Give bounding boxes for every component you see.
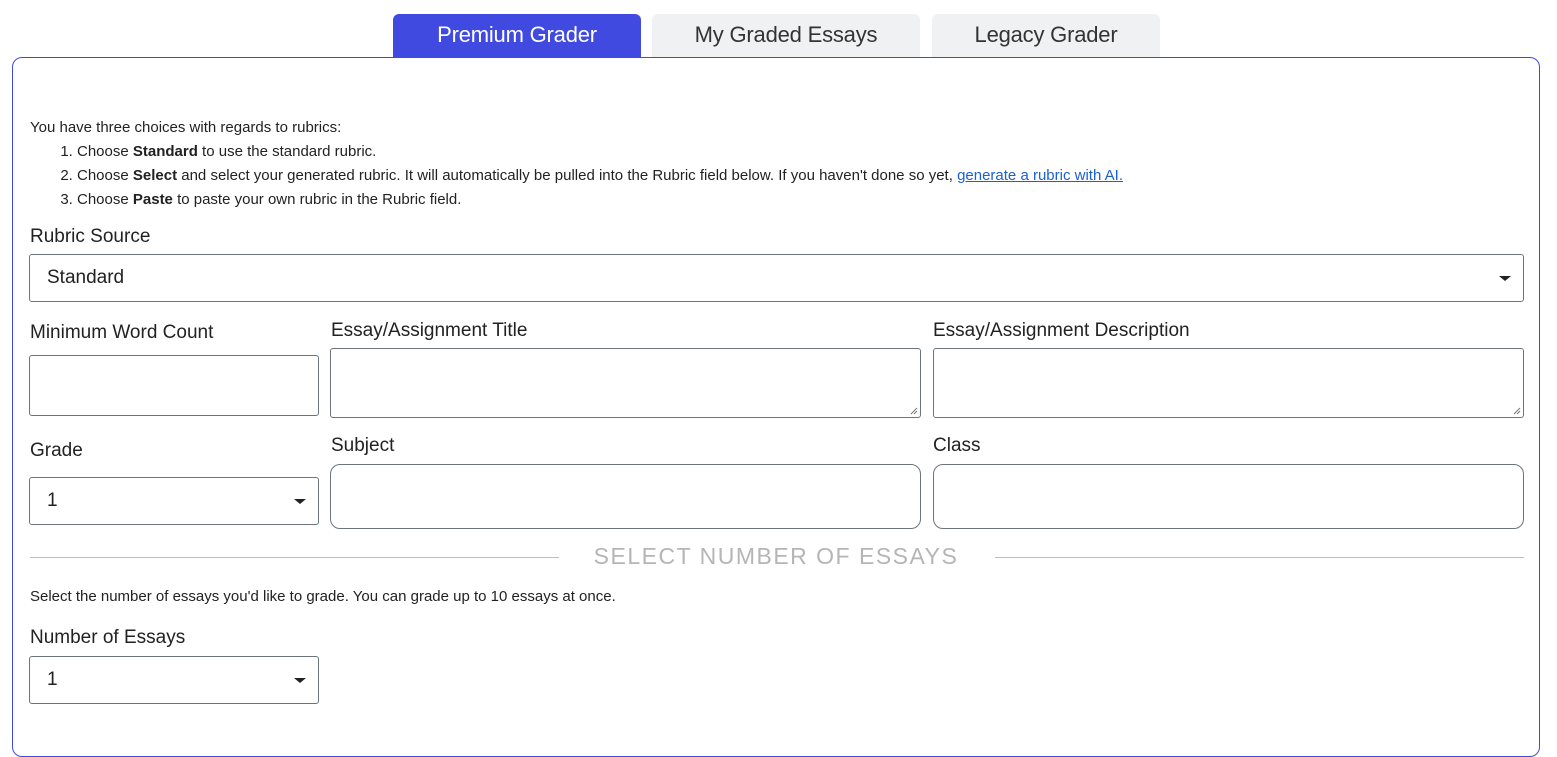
number-of-essays-value: 1 (47, 669, 58, 690)
grade-select[interactable]: 1 (29, 477, 319, 525)
min-word-count-label: Minimum Word Count (30, 322, 214, 343)
number-of-essays-label: Number of Essays (30, 627, 186, 648)
instructions-list: Choose Standard to use the standard rubr… (30, 140, 1123, 212)
instructions-lead: You have three choices with regards to r… (30, 119, 342, 136)
class-label: Class (933, 435, 981, 456)
rubric-instructions: You have three choices with regards to r… (30, 116, 1123, 212)
essay-description-textarea[interactable] (933, 348, 1524, 418)
instruction-option: Select (132, 167, 178, 184)
instruction-item-select: Choose Select and select your generated … (77, 164, 1123, 188)
rubric-source-select[interactable]: Standard (29, 254, 1524, 302)
instruction-text: and select your generated rubric. It wil… (177, 167, 958, 184)
instruction-text: Choose (77, 167, 133, 184)
essay-description-label: Essay/Assignment Description (933, 320, 1190, 341)
caret-down-icon (294, 678, 306, 683)
tab-legacy-grader[interactable]: Legacy Grader (932, 14, 1160, 58)
essay-title-label: Essay/Assignment Title (331, 320, 528, 341)
select-number-heading: SELECT NUMBER OF ESSAYS (593, 543, 959, 569)
instruction-text: Choose (77, 143, 133, 160)
essay-title-textarea[interactable] (330, 348, 921, 418)
resize-handle-icon[interactable] (1512, 406, 1521, 415)
rubric-source-label: Rubric Source (30, 226, 151, 247)
instruction-option: Standard (132, 143, 198, 160)
caret-down-icon (294, 499, 306, 504)
instruction-text: Choose (77, 191, 133, 208)
rubric-source-value: Standard (47, 267, 125, 288)
subject-input[interactable] (330, 464, 921, 529)
grade-value: 1 (47, 490, 58, 511)
class-input[interactable] (933, 464, 1524, 529)
instruction-item-standard: Choose Standard to use the standard rubr… (77, 140, 1123, 164)
generate-rubric-link[interactable]: generate a rubric with AI. (957, 167, 1123, 184)
number-of-essays-select[interactable]: 1 (29, 656, 319, 704)
tab-my-graded-essays[interactable]: My Graded Essays (652, 14, 920, 58)
divider-line-left (30, 557, 559, 558)
instruction-option: Paste (132, 191, 173, 208)
subject-label: Subject (331, 435, 395, 456)
instruction-item-paste: Choose Paste to paste your own rubric in… (77, 188, 1123, 212)
grade-label: Grade (30, 440, 83, 461)
instruction-text: to paste your own rubric in the Rubric f… (172, 191, 462, 208)
essays-helper-text: Select the number of essays you'd like t… (30, 588, 616, 605)
tab-premium-grader[interactable]: Premium Grader (393, 14, 641, 58)
min-word-count-input[interactable] (29, 355, 319, 416)
resize-handle-icon[interactable] (909, 406, 918, 415)
caret-down-icon (1499, 276, 1511, 281)
divider-line-right (995, 557, 1524, 558)
instruction-text: to use the standard rubric. (197, 143, 377, 160)
